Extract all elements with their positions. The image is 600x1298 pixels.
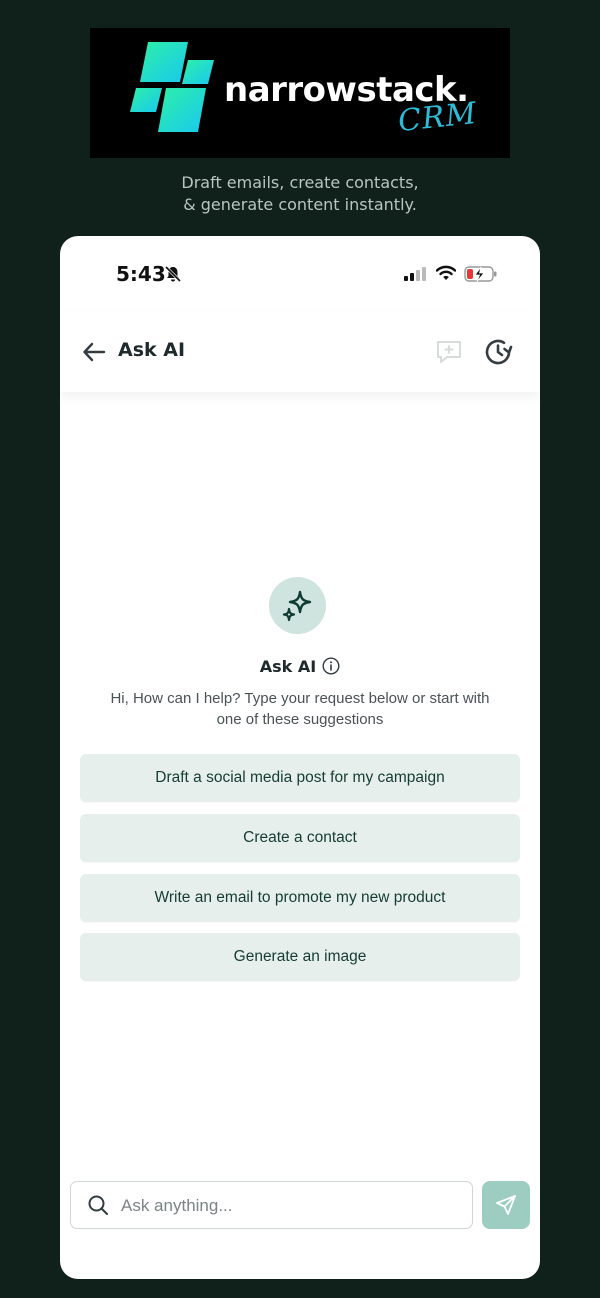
back-arrow-icon[interactable]: [80, 338, 108, 366]
info-icon[interactable]: [322, 657, 340, 675]
search-icon: [88, 1195, 108, 1215]
status-time: 5:43: [116, 262, 166, 286]
suggestion-generate-image[interactable]: Generate an image: [80, 933, 520, 981]
hero-title-row: Ask AI: [60, 654, 540, 678]
bell-muted-icon: [164, 265, 182, 283]
send-button[interactable]: [482, 1181, 530, 1229]
suggestion-draft-social-post[interactable]: Draft a social media post for my campaig…: [80, 754, 520, 802]
hero-subtitle: Hi, How can I help? Type your request be…: [84, 688, 516, 730]
battery-charging-icon: [464, 266, 497, 282]
suggestion-write-email[interactable]: Write an email to promote my new product: [80, 874, 520, 922]
suggestion-create-contact[interactable]: Create a contact: [80, 814, 520, 862]
send-icon: [496, 1195, 516, 1215]
sparkles-icon: [282, 590, 311, 621]
hero-subtitle-line-2: one of these suggestions: [216, 711, 384, 728]
hero-title: Ask AI: [259, 656, 317, 676]
history-icon[interactable]: [482, 336, 514, 368]
brand-logo-banner: narrowstack. CRM: [90, 28, 510, 158]
sparkles-icon-badge: [269, 577, 326, 634]
page-title: Ask AI: [118, 339, 186, 361]
app-header: Ask AI: [60, 312, 540, 392]
tagline-line-1: Draft emails, create contacts,: [181, 173, 419, 192]
narrowstack-logo-icon: [130, 42, 214, 132]
wifi-icon: [436, 265, 456, 280]
status-bar: 5:43: [60, 236, 540, 312]
hero-subtitle-line-1: Hi, How can I help? Type your request be…: [110, 690, 490, 707]
tagline: Draft emails, create contacts, & generat…: [0, 172, 600, 216]
brand-suffix: CRM: [396, 95, 479, 140]
phone-screen: 5:43 Ask AI Ask AI Hi, How can I help? T…: [60, 236, 540, 1279]
signal-icon: [404, 267, 426, 281]
ask-input[interactable]: [119, 1190, 463, 1222]
ask-input-container[interactable]: [70, 1181, 473, 1229]
new-chat-icon[interactable]: [434, 337, 464, 367]
tagline-line-2: & generate content instantly.: [183, 195, 417, 214]
